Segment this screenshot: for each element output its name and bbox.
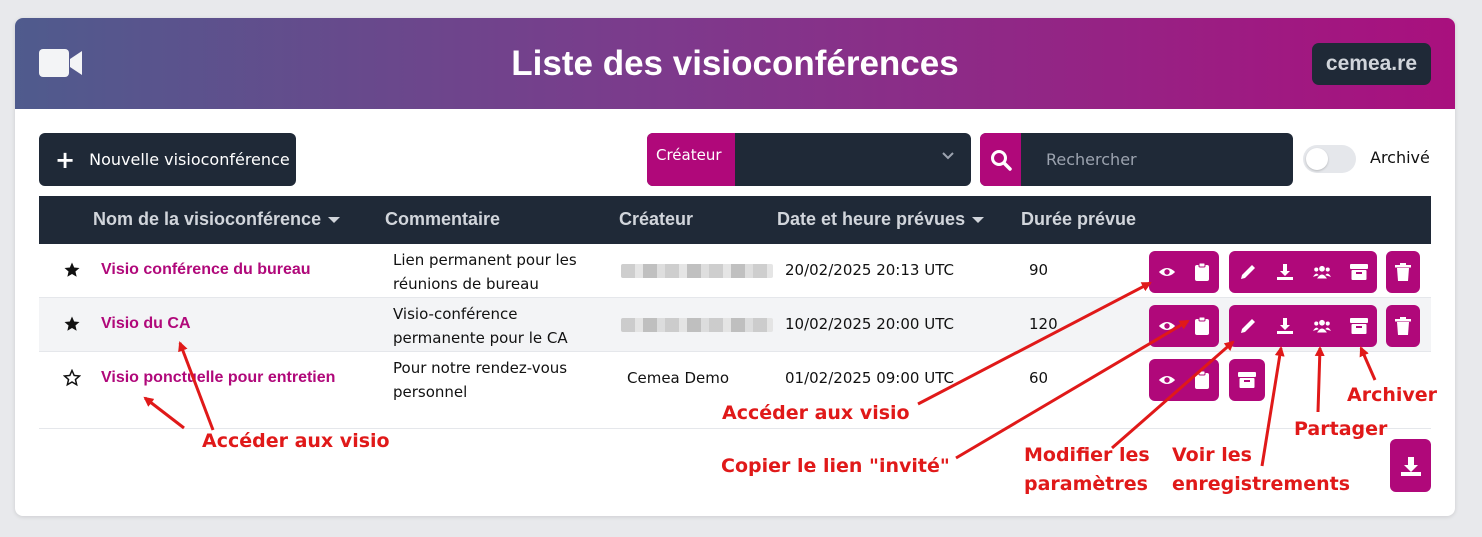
creator-redacted <box>621 264 773 278</box>
annotation-access-left: Accéder aux visio <box>202 430 390 452</box>
annotation-access-right: Accéder aux visio <box>722 402 910 424</box>
chevron-down-icon[interactable] <box>941 148 955 162</box>
table-row: Visio conférence du bureau Lien permanen… <box>39 244 1431 298</box>
eye-icon[interactable] <box>1158 317 1176 335</box>
archive-icon[interactable] <box>1349 317 1368 335</box>
download-icon <box>1400 456 1421 476</box>
search-button[interactable] <box>980 133 1021 186</box>
star-filled-icon[interactable] <box>63 261 81 279</box>
visio-duration: 60 <box>1029 369 1049 387</box>
pencil-icon[interactable] <box>1239 263 1257 281</box>
annotation-archive: Archiver <box>1347 384 1438 406</box>
creator-redacted <box>621 318 773 332</box>
trash-icon <box>1394 263 1412 281</box>
annotation-recordings: Voir les enregistrements <box>1172 444 1351 495</box>
view-actions-group <box>1149 251 1219 293</box>
archive-button[interactable] <box>1229 359 1265 401</box>
table-header: Nom de la visioconférence Commentaire Cr… <box>39 196 1431 244</box>
manage-actions-group <box>1229 251 1377 293</box>
view-actions-group <box>1149 359 1219 401</box>
column-header-creator: Créateur <box>619 209 694 229</box>
archive-toggle[interactable] <box>1303 145 1356 173</box>
visio-duration: 120 <box>1029 315 1058 333</box>
sort-caret-icon <box>328 217 341 224</box>
archive-icon[interactable] <box>1349 263 1368 281</box>
new-visio-label: Nouvelle visioconférence <box>89 150 290 169</box>
column-header-date[interactable]: Date et heure prévues <box>777 209 985 230</box>
delete-button[interactable] <box>1386 305 1420 347</box>
column-header-comment: Commentaire <box>385 209 501 229</box>
visio-date: 20/02/2025 20:13 UTC <box>785 261 954 279</box>
annotation-copy-guest-link: Copier le lien "invité" <box>721 455 950 477</box>
annotation-modify-params: Modifier les paramètres <box>1024 444 1150 495</box>
manage-actions-group <box>1229 305 1377 347</box>
users-icon[interactable] <box>1312 317 1331 335</box>
visio-duration: 90 <box>1029 261 1049 279</box>
download-icon[interactable] <box>1276 317 1294 335</box>
search-input[interactable] <box>1021 133 1293 186</box>
visio-comment: Visio-conférence permanente pour le CA <box>393 305 568 347</box>
visio-creator: Cemea Demo <box>627 369 730 387</box>
toggle-knob <box>1306 148 1328 170</box>
star-filled-icon[interactable] <box>63 315 81 333</box>
visio-comment: Lien permanent pour les réunions de bure… <box>393 251 577 293</box>
visio-name-link[interactable]: Visio conférence du bureau <box>101 261 311 279</box>
creator-filter-label: Créateur <box>647 133 735 186</box>
brand-badge[interactable]: cemea.re <box>1311 43 1431 85</box>
annotation-share: Partager <box>1294 418 1388 440</box>
delete-button[interactable] <box>1386 251 1420 293</box>
new-visio-button[interactable]: + Nouvelle visioconférence <box>39 133 296 186</box>
search-box <box>980 133 1293 186</box>
page-header: Liste des visioconférences cemea.re <box>15 18 1455 109</box>
visio-comment: Pour notre rendez-vous personnel <box>393 359 568 401</box>
search-icon <box>990 149 1012 171</box>
pencil-icon[interactable] <box>1239 317 1257 335</box>
column-header-duration: Durée prévue <box>1021 209 1137 229</box>
view-actions-group <box>1149 305 1219 347</box>
page-title: Liste des visioconférences <box>511 44 959 83</box>
eye-icon[interactable] <box>1158 263 1176 281</box>
clipboard-icon[interactable] <box>1193 371 1211 389</box>
creator-filter-select[interactable]: Créateur <box>647 133 971 186</box>
visio-name-link[interactable]: Visio du CA <box>101 315 191 333</box>
trash-icon <box>1394 317 1412 335</box>
users-icon[interactable] <box>1312 263 1331 281</box>
archive-toggle-label: Archivé <box>1370 148 1430 167</box>
plus-icon: + <box>55 145 76 174</box>
visio-date: 01/02/2025 09:00 UTC <box>785 369 954 387</box>
star-outline-icon[interactable] <box>63 369 81 387</box>
archive-icon <box>1238 371 1256 389</box>
visio-name-link[interactable]: Visio ponctuelle pour entretien <box>101 369 335 387</box>
clipboard-icon[interactable] <box>1193 317 1211 335</box>
clipboard-icon[interactable] <box>1193 263 1211 281</box>
visio-date: 10/02/2025 20:00 UTC <box>785 315 954 333</box>
sort-caret-icon <box>972 217 985 224</box>
table-row: Visio du CA Visio-conférence permanente … <box>39 298 1431 352</box>
export-download-button[interactable] <box>1390 439 1431 492</box>
download-icon[interactable] <box>1276 263 1294 281</box>
eye-icon[interactable] <box>1158 371 1176 389</box>
column-header-name[interactable]: Nom de la visioconférence <box>93 209 341 230</box>
